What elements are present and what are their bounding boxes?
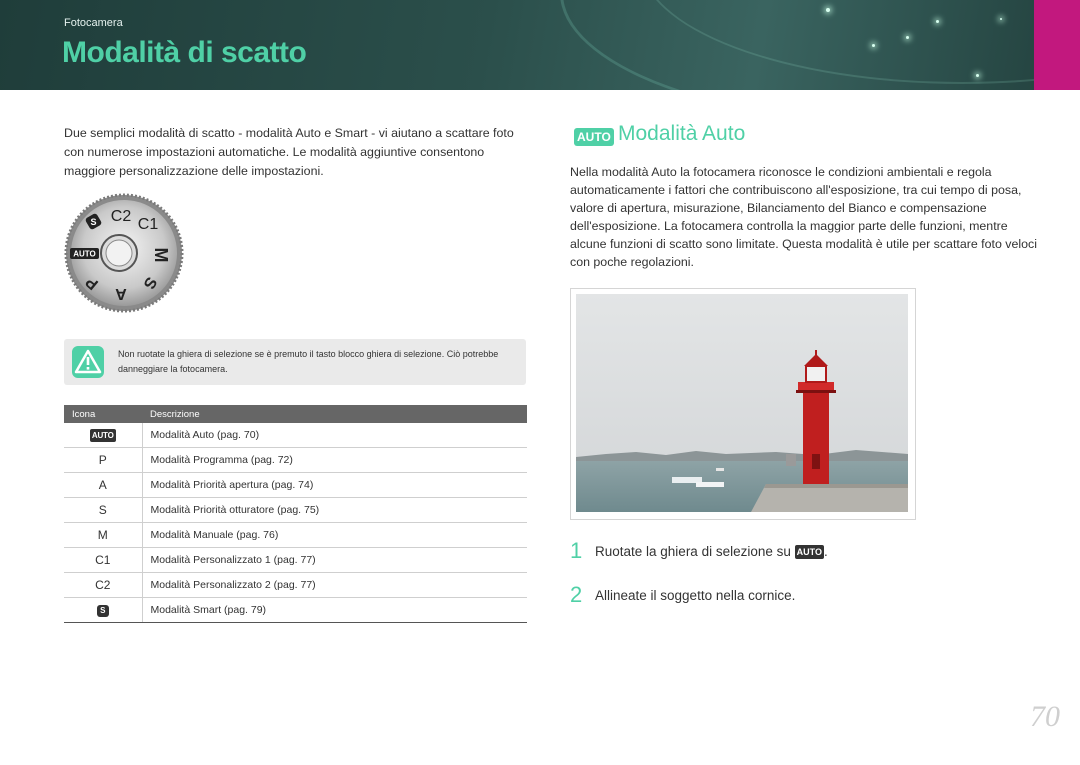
custom2-mode-icon: C2 [64, 572, 143, 598]
auto-mode-icon: AUTO [574, 128, 614, 146]
page-number: 70 [1030, 700, 1060, 733]
section-heading: Modalità Auto [618, 122, 746, 145]
table-cell-description: Modalità Smart (pag. 79) [142, 597, 527, 623]
table-row: AUTO Modalità Auto (pag. 70) [64, 423, 527, 448]
table-row: C2 Modalità Personalizzato 2 (pag. 77) [64, 572, 527, 598]
warning-icon [71, 345, 105, 384]
mode-dial-illustration: AUTO S C2 C1 M S A P [64, 193, 184, 313]
svg-text:A: A [115, 285, 127, 302]
svg-text:M: M [151, 248, 171, 263]
step-suffix: . [824, 544, 828, 559]
program-mode-icon: P [64, 447, 143, 473]
sparkle [826, 8, 830, 12]
table-cell-description: Modalità Priorità apertura (pag. 74) [142, 472, 527, 498]
auto-mode-icon: AUTO [794, 545, 824, 560]
shutter-priority-icon: S [64, 497, 143, 523]
sparkle [906, 36, 909, 39]
table-cell-description: Modalità Manuale (pag. 76) [142, 522, 527, 548]
step-number: 2 [570, 582, 583, 607]
svg-text:C1: C1 [138, 216, 159, 233]
chapter-tab [1034, 0, 1080, 90]
table-cell-description: Modalità Personalizzato 1 (pag. 77) [142, 547, 527, 573]
custom1-mode-icon: C1 [64, 547, 143, 573]
table-row: S Modalità Smart (pag. 79) [64, 597, 527, 623]
table-cell-description: Modalità Programma (pag. 72) [142, 447, 527, 473]
table-row: P Modalità Programma (pag. 72) [64, 447, 527, 473]
page-header: Fotocamera Modalità di scatto [0, 0, 1080, 90]
mode-table: Icona Descrizione AUTO Modalità Auto (pa… [64, 405, 527, 623]
sample-photo-frame [570, 288, 916, 520]
column-header-description: Descrizione [142, 405, 527, 423]
step-number: 1 [570, 538, 583, 563]
sparkle [936, 20, 939, 23]
warning-note: Non ruotate la ghiera di selezione se è … [64, 339, 526, 385]
table-row: A Modalità Priorità apertura (pag. 74) [64, 472, 527, 498]
table-header-row: Icona Descrizione [64, 405, 527, 423]
column-header-icon: Icona [64, 405, 142, 423]
smart-mode-icon: S [64, 597, 143, 623]
step-text: Allineate il soggetto nella cornice. [595, 588, 796, 603]
section-label: Fotocamera [64, 17, 123, 29]
auto-mode-icon: AUTO [64, 423, 143, 448]
aperture-priority-icon: A [64, 472, 143, 498]
table-row: M Modalità Manuale (pag. 76) [64, 522, 527, 548]
intro-paragraph: Due semplici modalità di scatto - modali… [64, 126, 514, 178]
sparkle [1000, 18, 1002, 20]
auto-description: Nella modalità Auto la fotocamera ricono… [570, 165, 1037, 269]
manual-mode-icon: M [64, 522, 143, 548]
table-cell-description: Modalità Auto (pag. 70) [142, 423, 527, 448]
table-cell-description: Modalità Personalizzato 2 (pag. 77) [142, 572, 527, 598]
sparkle [976, 74, 979, 77]
svg-text:C2: C2 [111, 208, 132, 225]
svg-text:AUTO: AUTO [73, 250, 96, 259]
table-row: C1 Modalità Personalizzato 1 (pag. 77) [64, 547, 527, 573]
page-title: Modalità di scatto [62, 36, 307, 69]
table-cell-description: Modalità Priorità otturatore (pag. 75) [142, 497, 527, 523]
svg-text:S: S [90, 217, 96, 227]
sparkle [872, 44, 875, 47]
step-text: Ruotate la ghiera di selezione su [595, 544, 791, 559]
lighthouse-photo [576, 294, 908, 512]
table-row: S Modalità Priorità otturatore (pag. 75) [64, 497, 527, 523]
warning-text: Non ruotate la ghiera di selezione se è … [118, 349, 499, 374]
